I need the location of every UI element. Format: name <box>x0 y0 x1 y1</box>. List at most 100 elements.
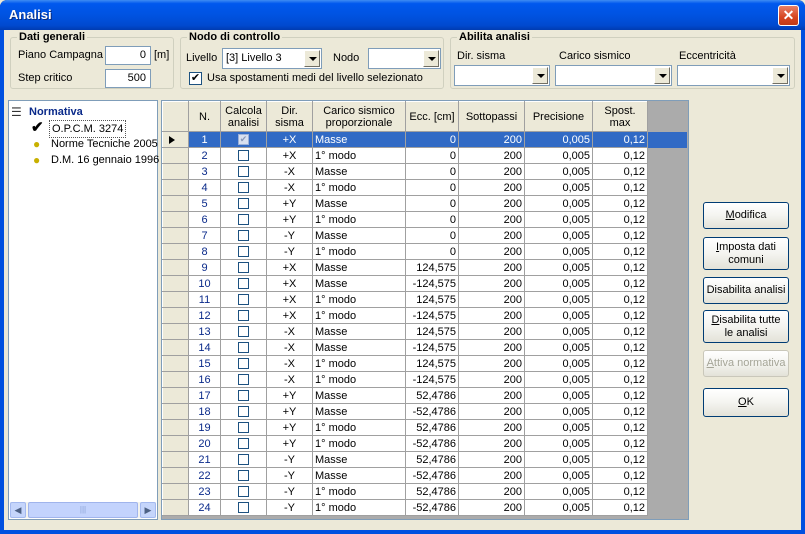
row-header[interactable] <box>162 147 189 164</box>
row-header[interactable] <box>162 163 189 180</box>
row-header[interactable] <box>162 211 189 228</box>
cell-calcola[interactable] <box>220 499 267 516</box>
normativa-tree[interactable]: ☰ Normativa ✔ O.P.C.M. 3274 ● Norme Tecn… <box>8 100 159 520</box>
tree-horizontal-scrollbar[interactable]: ◀ ||| ▶ <box>10 502 156 518</box>
calcola-checkbox[interactable] <box>238 326 249 338</box>
row-header[interactable] <box>162 275 189 292</box>
chevron-down-icon[interactable] <box>423 50 439 67</box>
cell-calcola[interactable] <box>220 323 267 340</box>
table-row[interactable]: 10 +X Masse -124,575 200 0,005 0,12 <box>162 275 688 292</box>
calcola-checkbox[interactable] <box>238 438 249 450</box>
modifica-button[interactable]: Modifica <box>703 202 789 229</box>
calcola-checkbox[interactable] <box>238 390 249 402</box>
table-row[interactable]: 7 -Y Masse 0 200 0,005 0,12 <box>162 227 688 244</box>
cell-calcola[interactable] <box>220 371 267 388</box>
chevron-down-icon[interactable] <box>532 67 548 84</box>
column-header-n[interactable]: N. <box>188 101 221 132</box>
calcola-checkbox[interactable] <box>238 486 249 498</box>
calcola-checkbox[interactable] <box>238 342 249 354</box>
cell-calcola[interactable] <box>220 387 267 404</box>
table-row[interactable]: 6 +Y 1° modo 0 200 0,005 0,12 <box>162 211 688 228</box>
row-header[interactable] <box>162 307 189 324</box>
cell-calcola[interactable] <box>220 307 267 324</box>
table-row[interactable]: 1 ✔ +X Masse 0 200 0,005 0,12 <box>162 131 688 148</box>
cell-calcola[interactable] <box>220 243 267 260</box>
chevron-down-icon[interactable] <box>654 67 670 84</box>
row-header[interactable] <box>162 243 189 260</box>
cell-calcola[interactable] <box>220 211 267 228</box>
cell-calcola[interactable] <box>220 291 267 308</box>
row-header[interactable] <box>162 355 189 372</box>
table-row[interactable]: 21 -Y Masse 52,4786 200 0,005 0,12 <box>162 451 688 468</box>
cell-calcola[interactable] <box>220 275 267 292</box>
row-header[interactable] <box>162 499 189 516</box>
row-header[interactable] <box>162 339 189 356</box>
row-header[interactable] <box>162 179 189 196</box>
table-row[interactable]: 23 -Y 1° modo 52,4786 200 0,005 0,12 <box>162 483 688 500</box>
row-header[interactable] <box>162 467 189 484</box>
cell-calcola[interactable] <box>220 403 267 420</box>
cell-calcola[interactable] <box>220 419 267 436</box>
row-header[interactable] <box>162 323 189 340</box>
cell-calcola[interactable]: ✔ <box>220 131 267 148</box>
carico-sismico-select[interactable] <box>555 65 672 86</box>
row-header[interactable] <box>162 259 189 276</box>
row-header[interactable] <box>162 483 189 500</box>
row-header[interactable] <box>162 451 189 468</box>
imposta-dati-comuni-button[interactable]: Imposta dati comuni <box>703 237 789 270</box>
calcola-checkbox[interactable] <box>238 358 249 370</box>
row-header[interactable] <box>162 435 189 452</box>
scroll-left-button[interactable]: ◀ <box>10 502 26 518</box>
cell-calcola[interactable] <box>220 147 267 164</box>
eccentricita-select[interactable] <box>677 65 790 86</box>
table-row[interactable]: 24 -Y 1° modo -52,4786 200 0,005 0,12 <box>162 499 688 516</box>
row-header[interactable] <box>162 387 189 404</box>
table-row[interactable]: 2 +X 1° modo 0 200 0,005 0,12 <box>162 147 688 164</box>
calcola-checkbox[interactable] <box>238 230 249 242</box>
calcola-checkbox[interactable] <box>238 502 249 514</box>
disabilita-tutte-button[interactable]: Disabilita tutte le analisi <box>703 310 789 343</box>
calcola-checkbox[interactable] <box>238 246 249 258</box>
cell-calcola[interactable] <box>220 355 267 372</box>
calcola-checkbox[interactable] <box>238 422 249 434</box>
row-header[interactable] <box>162 227 189 244</box>
column-header-ecc[interactable]: Ecc. [cm] <box>405 101 459 132</box>
column-header-dir-sisma[interactable]: Dir. sisma <box>266 101 313 132</box>
chevron-down-icon[interactable] <box>304 50 320 67</box>
cell-calcola[interactable] <box>220 259 267 276</box>
cell-calcola[interactable] <box>220 435 267 452</box>
calcola-checkbox[interactable] <box>238 182 249 194</box>
cell-calcola[interactable] <box>220 483 267 500</box>
cell-calcola[interactable] <box>220 195 267 212</box>
row-header[interactable] <box>162 371 189 388</box>
column-header-carico[interactable]: Carico sismico proporzionale <box>312 101 406 132</box>
usa-spostamenti-checkbox[interactable]: ✔ <box>189 72 202 85</box>
column-header-precisione[interactable]: Precisione <box>524 101 593 132</box>
calcola-checkbox[interactable] <box>238 454 249 466</box>
calcola-checkbox[interactable] <box>238 262 249 274</box>
cell-calcola[interactable] <box>220 227 267 244</box>
piano-campagna-input[interactable]: 0 <box>105 46 151 65</box>
scroll-right-button[interactable]: ▶ <box>140 502 156 518</box>
step-critico-input[interactable]: 500 <box>105 69 151 88</box>
attiva-normativa-button[interactable]: Attiva normativa <box>703 350 789 377</box>
cell-calcola[interactable] <box>220 467 267 484</box>
table-row[interactable]: 20 +Y 1° modo -52,4786 200 0,005 0,12 <box>162 435 688 452</box>
calcola-checkbox[interactable] <box>238 294 249 306</box>
column-header-sottopassi[interactable]: Sottopassi <box>458 101 525 132</box>
table-row[interactable]: 14 -X Masse -124,575 200 0,005 0,12 <box>162 339 688 356</box>
cell-calcola[interactable] <box>220 163 267 180</box>
calcola-checkbox[interactable] <box>238 150 249 162</box>
disabilita-analisi-button[interactable]: Disabilita analisi <box>703 277 789 304</box>
row-header[interactable] <box>162 195 189 212</box>
calcola-checkbox[interactable] <box>238 310 249 322</box>
calcola-checkbox[interactable] <box>238 198 249 210</box>
ok-button[interactable]: OK <box>703 388 789 417</box>
close-button[interactable]: ✕ <box>778 5 799 26</box>
table-row[interactable]: 4 -X 1° modo 0 200 0,005 0,12 <box>162 179 688 196</box>
cell-calcola[interactable] <box>220 339 267 356</box>
dir-sisma-select[interactable] <box>454 65 550 86</box>
row-header[interactable] <box>162 403 189 420</box>
table-row[interactable]: 18 +Y Masse -52,4786 200 0,005 0,12 <box>162 403 688 420</box>
calcola-checkbox[interactable] <box>238 278 249 290</box>
